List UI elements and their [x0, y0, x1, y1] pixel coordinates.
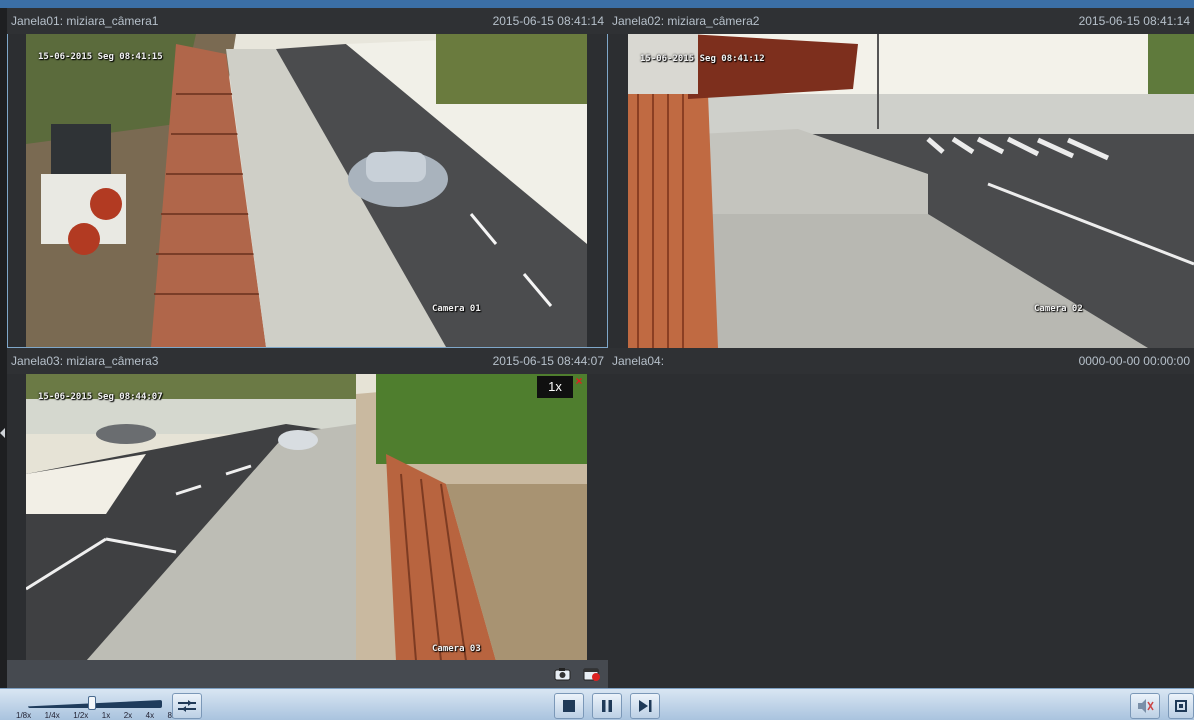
speed-label: 1/4x [44, 711, 60, 720]
speed-scale-labels: 1/8x 1/4x 1/2x 1x 2x 4x 8x [16, 711, 176, 720]
video-pane-2[interactable]: Janela02: miziara_câmera2 2015-06-15 08:… [608, 8, 1194, 348]
osd-camera-label: Camera 02 [1034, 304, 1083, 314]
mute-button[interactable] [1130, 693, 1160, 719]
frame-step-button[interactable] [630, 693, 660, 719]
adjust-button[interactable] [172, 693, 202, 719]
speed-label: 1x [101, 711, 111, 720]
sliders-icon [178, 700, 196, 712]
pane-header: Janela01: miziara_câmera1 2015-06-15 08:… [7, 8, 608, 34]
pane-timestamp: 2015-06-15 08:41:14 [1078, 14, 1190, 28]
camera-feed-3-image [26, 374, 587, 661]
speaker-muted-icon [1138, 699, 1154, 713]
pause-button[interactable] [592, 693, 622, 719]
camera-feed-3[interactable]: 15-06-2015 Seg 08:44:07 Camera 03 1x × [26, 374, 587, 661]
pane-title: Janela02: miziara_câmera2 [612, 14, 760, 28]
title-strip [0, 0, 1194, 8]
camera-feed-1-image [26, 34, 587, 347]
camera-snapshot-icon[interactable] [553, 666, 573, 682]
video-pane-3[interactable]: Janela03: miziara_câmera3 2015-06-15 08:… [7, 348, 608, 688]
speed-label: 1/8x [16, 711, 32, 720]
osd-datetime: 15-06-2015 Seg 08:41:15 [38, 52, 163, 62]
speed-label: 2x [123, 711, 133, 720]
video-pane-1[interactable]: Janela01: miziara_câmera1 2015-06-15 08:… [7, 8, 608, 348]
osd-datetime: 15-06-2015 Seg 08:41:12 [640, 54, 765, 64]
osd-camera-label: Camera 01 [432, 304, 481, 314]
pane-header: Janela02: miziara_câmera2 2015-06-15 08:… [608, 8, 1194, 34]
pane-title: Janela03: miziara_câmera3 [11, 354, 159, 368]
playback-speed-badge: 1x [537, 376, 573, 398]
stop-button[interactable] [554, 693, 584, 719]
close-icon[interactable]: × [573, 374, 585, 388]
record-clip-icon[interactable] [582, 666, 602, 682]
fullscreen-button[interactable] [1168, 693, 1194, 719]
stop-icon [563, 700, 575, 712]
speed-slider-thumb[interactable] [88, 696, 96, 710]
playback-window: Janela01: miziara_câmera1 2015-06-15 08:… [0, 0, 1194, 720]
pane-timestamp: 2015-06-15 08:41:14 [492, 14, 604, 28]
frame-step-icon [639, 700, 652, 712]
fullscreen-icon [1175, 700, 1187, 712]
speed-label: 1/2x [73, 711, 89, 720]
playback-toolbar: 1/8x 1/4x 1/2x 1x 2x 4x 8x [0, 688, 1194, 720]
osd-camera-label: Camera 03 [432, 644, 481, 654]
pane-header: Janela04: 0000-00-00 00:00:00 [608, 348, 1194, 374]
pane-header: Janela03: miziara_câmera3 2015-06-15 08:… [7, 348, 608, 374]
osd-datetime: 15-06-2015 Seg 08:44:07 [38, 392, 163, 402]
camera-feed-2[interactable]: 15-06-2015 Seg 08:41:12 Camera 02 [628, 34, 1194, 348]
pause-icon [602, 700, 612, 712]
camera-feed-2-image [628, 34, 1194, 348]
camera-feed-1[interactable]: 15-06-2015 Seg 08:41:15 Camera 01 [26, 34, 587, 347]
side-panel-collapsed[interactable] [0, 8, 7, 688]
pane-timestamp: 0000-00-00 00:00:00 [1078, 354, 1190, 368]
speed-label: 4x [145, 711, 155, 720]
pane-action-bar [7, 660, 608, 688]
pane-title: Janela04: [612, 354, 665, 368]
pane-timestamp: 2015-06-15 08:44:07 [492, 354, 604, 368]
video-pane-4[interactable]: Janela04: 0000-00-00 00:00:00 [608, 348, 1194, 688]
expand-left-arrow-icon[interactable] [0, 428, 5, 438]
pane-title: Janela01: miziara_câmera1 [11, 14, 159, 28]
